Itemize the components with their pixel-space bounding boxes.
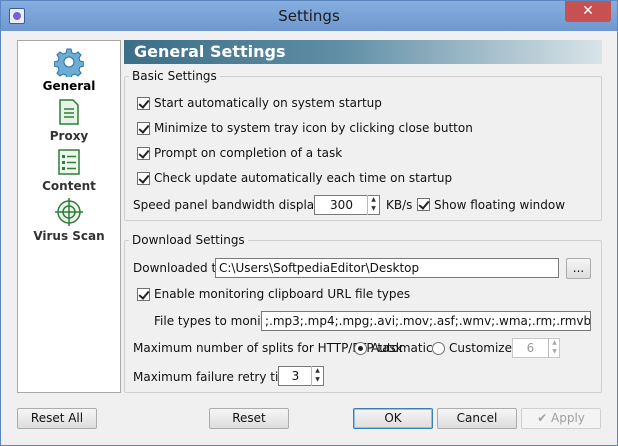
dialog-content: General Proxy Content Virus Scan General…: [9, 31, 609, 439]
spin-down-icon[interactable]: ▼: [368, 204, 379, 213]
apply-label: Apply: [551, 411, 585, 425]
gear-icon: [54, 48, 84, 77]
customized-radio[interactable]: [432, 342, 445, 355]
spin-down-icon[interactable]: ▼: [312, 375, 323, 384]
spin-down-icon: ▼: [552, 348, 557, 355]
enable-monitoring-label: Enable monitoring clipboard URL file typ…: [154, 287, 411, 301]
category-sidebar: General Proxy Content Virus Scan: [17, 40, 121, 393]
sidebar-item-content[interactable]: Content: [18, 145, 120, 195]
basic-settings-legend: Basic Settings: [132, 69, 217, 83]
prompt-completion-checkbox[interactable]: [137, 147, 150, 160]
page-title: General Settings: [124, 40, 602, 64]
title-bar[interactable]: Settings ✕: [1, 1, 617, 31]
download-path-input[interactable]: C:\Users\SoftpediaEditor\Desktop: [215, 258, 559, 278]
customized-label: Customized: [449, 341, 520, 355]
close-button[interactable]: ✕: [565, 1, 611, 22]
enable-monitoring-checkbox[interactable]: [137, 288, 150, 301]
settings-window: Settings ✕ General Proxy Content Virus S…: [0, 0, 618, 446]
minimize-tray-checkbox[interactable]: [137, 122, 150, 135]
check-update-label: Check update automatically each time on …: [154, 171, 453, 185]
sidebar-item-label: Virus Scan: [33, 229, 105, 243]
splits-custom-spinner: ▲ ▼: [548, 338, 560, 358]
spin-up-icon[interactable]: ▲: [368, 195, 379, 204]
crosshair-icon: [55, 198, 83, 226]
reset-button[interactable]: Reset: [209, 408, 289, 429]
spin-up-icon[interactable]: ▲: [312, 366, 323, 375]
downloaded-to-label: Downloaded to:: [133, 261, 228, 275]
document-icon: [59, 99, 79, 125]
sidebar-item-label: General: [42, 79, 96, 93]
sidebar-item-label: Proxy: [49, 129, 89, 143]
prompt-completion-label: Prompt on completion of a task: [154, 146, 343, 160]
cancel-button[interactable]: Cancel: [437, 408, 517, 429]
speed-limit-value: 300: [330, 198, 353, 212]
speed-limit-spinner[interactable]: ▲ ▼: [367, 195, 379, 215]
ok-button[interactable]: OK: [353, 408, 433, 429]
minimize-tray-label: Minimize to system tray icon by clicking…: [154, 121, 473, 135]
sidebar-item-proxy[interactable]: Proxy: [18, 95, 120, 145]
browse-button[interactable]: ...: [566, 258, 591, 279]
start-auto-label: Start automatically on system startup: [154, 96, 382, 110]
automatic-label: Automatic: [371, 341, 433, 355]
spin-up-icon: ▲: [552, 339, 557, 346]
sidebar-item-general[interactable]: General: [18, 45, 120, 95]
show-floating-label: Show floating window: [434, 198, 566, 212]
download-settings-legend: Download Settings: [132, 233, 245, 247]
sidebar-item-virus-scan[interactable]: Virus Scan: [18, 195, 120, 245]
show-floating-checkbox[interactable]: [417, 198, 430, 211]
start-auto-checkbox[interactable]: [137, 97, 150, 110]
reset-all-button[interactable]: Reset All: [17, 408, 97, 429]
speed-unit-label: KB/s: [386, 198, 413, 212]
list-icon: [58, 149, 80, 175]
file-types-input[interactable]: ;.mp3;.mp4;.mpg;.avi;.mov;.asf;.wmv;.wma…: [261, 311, 591, 331]
splits-custom-value: 6: [526, 341, 535, 355]
checkmark-icon: ✔: [537, 411, 548, 425]
retry-value: 3: [291, 369, 300, 383]
automatic-radio[interactable]: [354, 342, 367, 355]
check-update-checkbox[interactable]: [137, 172, 150, 185]
retry-spinner[interactable]: ▲ ▼: [311, 366, 323, 386]
apply-button: ✔ Apply: [521, 408, 601, 429]
sidebar-item-label: Content: [42, 179, 96, 193]
window-title: Settings: [278, 7, 340, 25]
